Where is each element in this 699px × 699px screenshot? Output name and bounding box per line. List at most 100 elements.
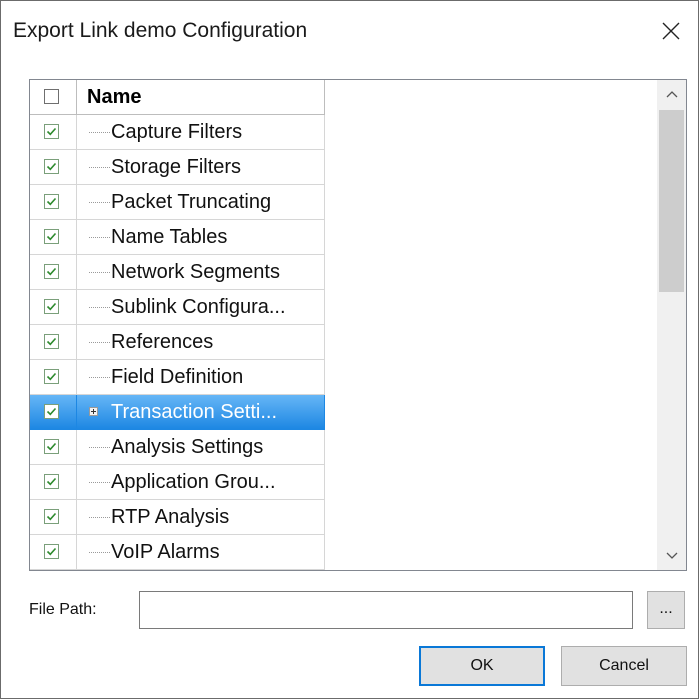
name-column-header[interactable]: Name bbox=[77, 80, 325, 115]
tree-item-label: Packet Truncating bbox=[111, 191, 272, 213]
tree-item[interactable]: Analysis Settings bbox=[30, 430, 326, 465]
tree-item-name-cell: Packet Truncating bbox=[77, 185, 325, 220]
tree-item-checkbox-cell bbox=[30, 150, 77, 185]
tree-item-label: Analysis Settings bbox=[111, 436, 264, 458]
checkmark-icon bbox=[46, 372, 57, 381]
tree-item[interactable]: Name Tables bbox=[30, 220, 326, 255]
tree-item-checkbox-cell bbox=[30, 325, 77, 360]
tree-item-checkbox[interactable] bbox=[44, 194, 59, 209]
checkmark-icon bbox=[46, 442, 57, 451]
checkmark-icon bbox=[46, 127, 57, 136]
file-path-input[interactable] bbox=[139, 591, 633, 629]
tree-connector-line bbox=[89, 237, 110, 238]
scroll-down-button[interactable] bbox=[657, 542, 686, 570]
tree-item[interactable]: Application Grou... bbox=[30, 465, 326, 500]
tree-item-name-cell: Network Segments bbox=[77, 255, 325, 290]
tree-item-label: Network Segments bbox=[111, 261, 280, 283]
tree-item-label: Storage Filters bbox=[111, 156, 242, 178]
tree-item-checkbox[interactable] bbox=[44, 439, 59, 454]
tree-item-name-cell: Name Tables bbox=[77, 220, 325, 255]
tree-item-name-cell: Application Grou... bbox=[77, 465, 325, 500]
tree-item[interactable]: Network Segments bbox=[30, 255, 326, 290]
scroll-thumb[interactable] bbox=[659, 110, 684, 292]
tree-item-checkbox-cell bbox=[30, 185, 77, 220]
tree-item[interactable]: Sublink Configura... bbox=[30, 290, 326, 325]
tree-item-checkbox-cell bbox=[30, 535, 77, 570]
checkmark-icon bbox=[46, 267, 57, 276]
tree-item-name-cell: VoIP Alarms bbox=[77, 535, 325, 570]
tree-item-label: Sublink Configura... bbox=[111, 296, 286, 318]
tree-item-name-cell: Transaction Setti... bbox=[77, 395, 325, 430]
title-bar: Export Link demo Configuration bbox=[1, 1, 698, 63]
tree-item-name-cell: Analysis Settings bbox=[77, 430, 325, 465]
tree-item[interactable]: Storage Filters bbox=[30, 150, 326, 185]
checkmark-icon bbox=[46, 197, 57, 206]
tree-item-checkbox[interactable] bbox=[44, 124, 59, 139]
checkmark-icon bbox=[46, 337, 57, 346]
tree-connector-line bbox=[89, 307, 110, 308]
tree-item-checkbox[interactable] bbox=[44, 404, 59, 419]
tree-item[interactable]: Capture Filters bbox=[30, 115, 326, 150]
tree-item-name-cell: Field Definition bbox=[77, 360, 325, 395]
tree-item-label: Transaction Setti... bbox=[111, 401, 277, 423]
expand-plus-icon[interactable] bbox=[89, 407, 98, 416]
window-title: Export Link demo Configuration bbox=[13, 19, 308, 42]
ok-button[interactable]: OK bbox=[419, 646, 545, 686]
select-all-checkbox[interactable] bbox=[44, 89, 59, 104]
close-icon bbox=[662, 22, 680, 40]
tree-item-name-cell: References bbox=[77, 325, 325, 360]
settings-tree[interactable]: Name Capture Filters Storage Filters Packe… bbox=[29, 79, 687, 571]
tree-item-checkbox[interactable] bbox=[44, 334, 59, 349]
tree-item-label: Field Definition bbox=[111, 366, 244, 388]
tree-item-label: Name Tables bbox=[111, 226, 228, 248]
vertical-scrollbar[interactable] bbox=[657, 80, 686, 570]
tree-item[interactable]: VoIP Alarms bbox=[30, 535, 326, 570]
tree-item-name-cell: Capture Filters bbox=[77, 115, 325, 150]
tree-item-label: References bbox=[111, 331, 214, 353]
scroll-up-button[interactable] bbox=[657, 80, 686, 108]
export-config-dialog: Export Link demo Configuration Name Capt… bbox=[0, 0, 699, 699]
name-column-label: Name bbox=[87, 86, 142, 108]
cancel-button[interactable]: Cancel bbox=[561, 646, 687, 686]
tree-item-checkbox[interactable] bbox=[44, 369, 59, 384]
close-button[interactable] bbox=[651, 13, 691, 49]
tree-item[interactable]: Field Definition bbox=[30, 360, 326, 395]
header-checkbox-cell bbox=[30, 80, 77, 115]
chevron-down-icon bbox=[666, 552, 677, 559]
tree-item[interactable]: RTP Analysis bbox=[30, 500, 326, 535]
tree-connector-line bbox=[89, 552, 110, 553]
tree-connector-line bbox=[89, 482, 110, 483]
tree-item-checkbox-cell bbox=[30, 290, 77, 325]
tree-item-label: RTP Analysis bbox=[111, 506, 230, 528]
tree-item[interactable]: Transaction Setti... bbox=[30, 395, 326, 430]
tree-item-checkbox-cell bbox=[30, 255, 77, 290]
tree-item-checkbox[interactable] bbox=[44, 474, 59, 489]
tree-connector-line bbox=[89, 132, 110, 133]
checkmark-icon bbox=[46, 162, 57, 171]
checkmark-icon bbox=[46, 477, 57, 486]
tree-item-label: Application Grou... bbox=[111, 471, 276, 493]
tree-item-checkbox[interactable] bbox=[44, 264, 59, 279]
browse-button[interactable]: ... bbox=[647, 591, 685, 629]
tree-item-checkbox-cell bbox=[30, 395, 77, 430]
checkmark-icon bbox=[46, 407, 57, 416]
tree-item[interactable]: Packet Truncating bbox=[30, 185, 326, 220]
tree-item-checkbox-cell bbox=[30, 500, 77, 535]
tree-connector-line bbox=[89, 167, 110, 168]
tree-item[interactable]: References bbox=[30, 325, 326, 360]
tree-item-checkbox-cell bbox=[30, 430, 77, 465]
tree-connector-line bbox=[89, 517, 110, 518]
tree-connector-line bbox=[89, 447, 110, 448]
tree-item-name-cell: Sublink Configura... bbox=[77, 290, 325, 325]
tree-item-checkbox[interactable] bbox=[44, 159, 59, 174]
tree-connector-line bbox=[89, 202, 110, 203]
tree-item-checkbox-cell bbox=[30, 465, 77, 500]
checkmark-icon bbox=[46, 232, 57, 241]
tree-item-checkbox[interactable] bbox=[44, 299, 59, 314]
tree-item-name-cell: Storage Filters bbox=[77, 150, 325, 185]
tree-item-checkbox-cell bbox=[30, 115, 77, 150]
tree-item-checkbox[interactable] bbox=[44, 509, 59, 524]
tree-connector-line bbox=[89, 342, 110, 343]
tree-item-checkbox[interactable] bbox=[44, 229, 59, 244]
tree-item-checkbox[interactable] bbox=[44, 544, 59, 559]
